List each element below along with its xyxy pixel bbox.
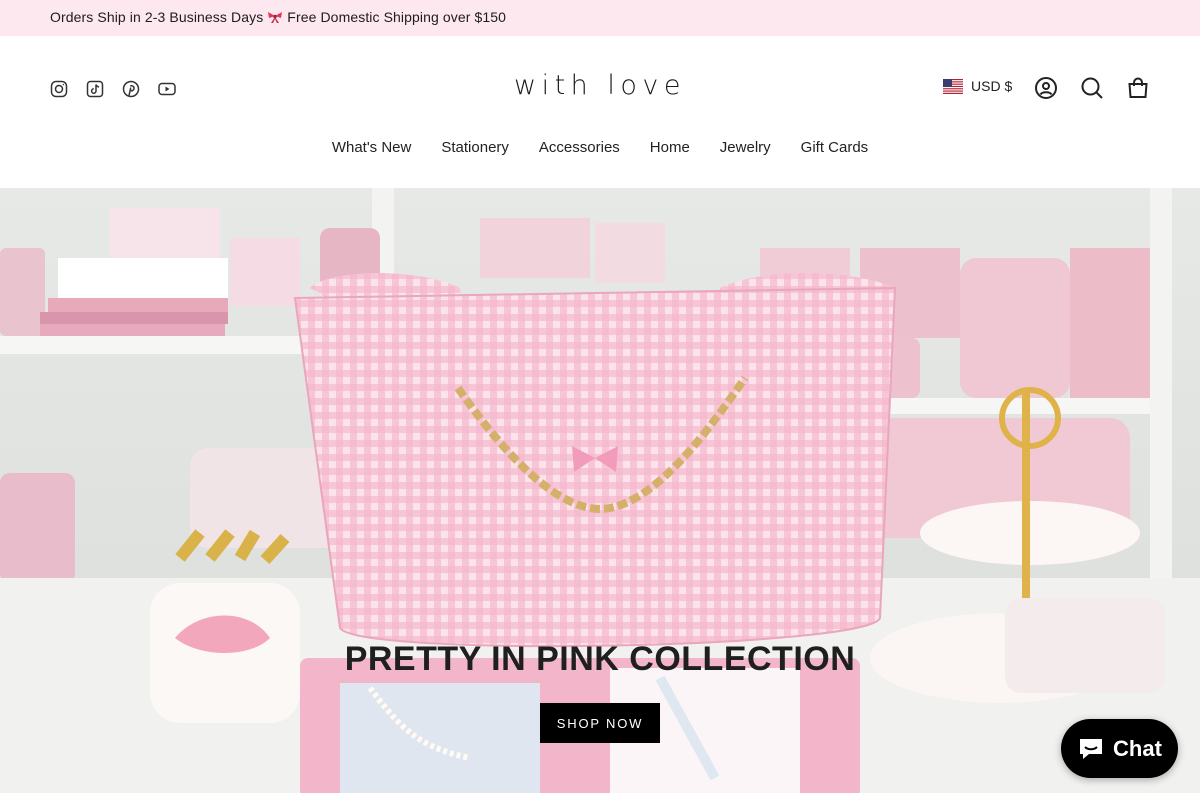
hero-title: PRETTY IN PINK COLLECTION [344,640,856,678]
nav-item-jewelry[interactable]: Jewelry [720,139,771,156]
site-header: with love USD $ What's New Stationery Ac… [0,36,1200,188]
nav-item-gift-cards[interactable]: Gift Cards [801,139,869,156]
account-icon[interactable] [1034,76,1058,100]
pinterest-icon[interactable] [122,80,140,98]
search-icon[interactable] [1080,76,1104,100]
nav-item-accessories[interactable]: Accessories [539,139,620,156]
ribbon-icon [268,12,283,23]
currency-label: USD $ [971,78,1013,94]
currency-selector[interactable]: USD $ [943,78,1012,94]
youtube-icon[interactable] [158,80,176,98]
chat-label: Chat [1113,735,1162,761]
announcement-bar: Orders Ship in 2-3 Business Days Free Do… [0,0,1200,36]
main-nav: What's New Stationery Accessories Home J… [0,139,1200,156]
cart-icon[interactable] [1126,76,1150,100]
announcement-text-before: Orders Ship in 2-3 Business Days [50,9,264,25]
chat-button[interactable]: Chat [1061,719,1178,778]
site-logo[interactable]: with love [500,70,700,101]
social-links [50,80,176,98]
nav-item-whats-new[interactable]: What's New [332,139,412,156]
nav-item-home[interactable]: Home [650,139,690,156]
nav-item-stationery[interactable]: Stationery [441,139,509,156]
us-flag-icon [943,78,963,94]
hero-banner: PRETTY IN PINK COLLECTION SHOP NOW [0,188,1200,793]
instagram-icon[interactable] [50,80,68,98]
announcement-text-after: Free Domestic Shipping over $150 [287,9,507,25]
announcement-text: Orders Ship in 2-3 Business Days Free Do… [50,9,506,25]
shop-now-button[interactable]: SHOP NOW [540,703,660,743]
chat-bubble-icon [1080,738,1103,759]
tiktok-icon[interactable] [86,80,104,98]
